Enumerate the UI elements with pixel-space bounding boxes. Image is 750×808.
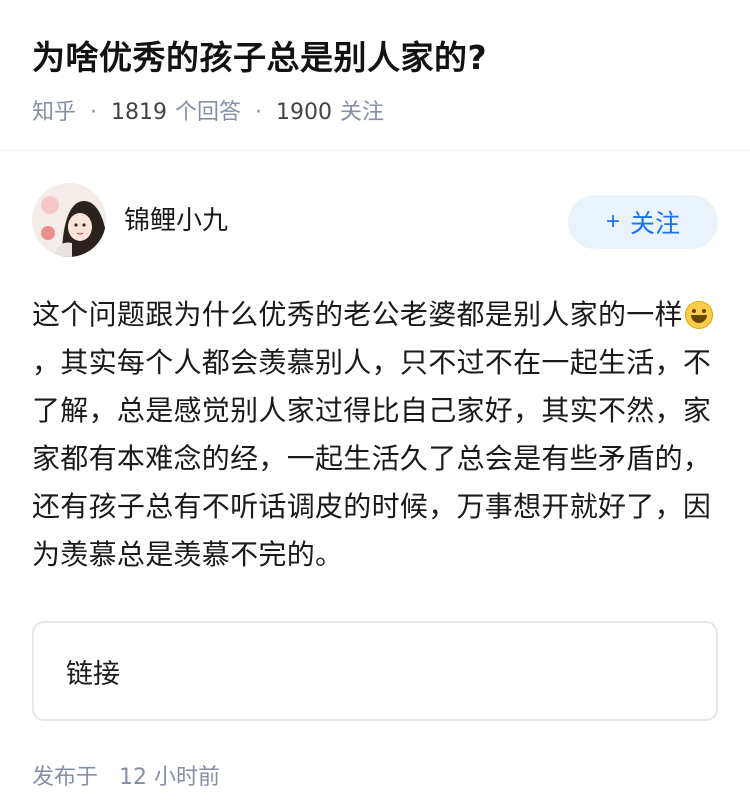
- grinning-face-emoji-icon: [684, 301, 713, 329]
- link-card[interactable]: 链接: [32, 621, 718, 721]
- answers-label[interactable]: 个回答: [175, 98, 241, 128]
- answer-content: 这个问题跟为什么优秀的老公老婆都是别人家的一样 ，其实每个人都会羡慕别人，只不过不…: [0, 291, 750, 579]
- answers-count: 1819: [111, 100, 168, 125]
- link-card-label: 链接: [66, 658, 120, 690]
- post-time-prefix: 发布于: [32, 765, 99, 790]
- avatar[interactable]: [32, 183, 106, 257]
- meta-separator: ·: [90, 100, 98, 125]
- answer-text: ，其实每个人都会羡慕别人，只不过不在一起生活，不了解，总是感觉别人家过得比自己家…: [32, 346, 712, 571]
- post-time-unit: 小时前: [154, 765, 221, 790]
- question-meta: 知乎 · 1819 个回答 · 1900 关注: [32, 98, 718, 128]
- answer-text: 这个问题跟为什么优秀的老公老婆都是别人家的一样: [32, 298, 683, 331]
- header-divider: [0, 150, 750, 151]
- follow-button[interactable]: + 关注: [568, 195, 718, 249]
- followers-label[interactable]: 关注: [340, 98, 384, 128]
- meta-separator: ·: [255, 100, 263, 125]
- follow-label: 关注: [630, 210, 681, 238]
- author-row: 锦鲤小九 + 关注: [0, 183, 750, 257]
- author-name[interactable]: 锦鲤小九: [124, 200, 568, 237]
- followers-count: 1900: [276, 100, 333, 125]
- post-time-value: 12: [119, 765, 148, 790]
- source-label[interactable]: 知乎: [32, 98, 76, 128]
- plus-icon: +: [605, 208, 620, 235]
- question-header: 为啥优秀的孩子总是别人家的? 知乎 · 1819 个回答 · 1900 关注: [0, 0, 750, 125]
- question-title[interactable]: 为啥优秀的孩子总是别人家的?: [32, 34, 718, 82]
- post-time: 发布于 12 小时前: [0, 759, 750, 791]
